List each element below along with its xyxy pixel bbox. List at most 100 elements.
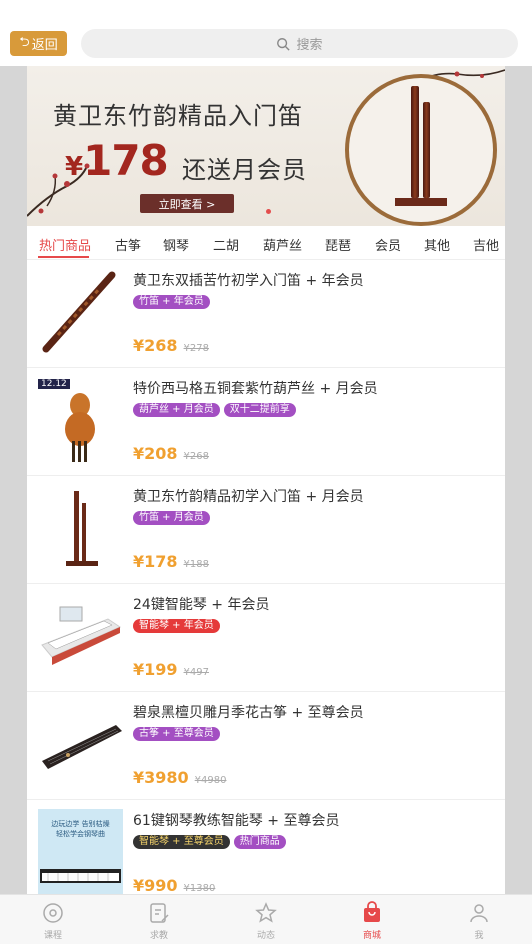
tab-other[interactable]: 其他: [424, 235, 450, 254]
product-price: ¥990: [133, 876, 178, 894]
product-price: ¥268: [133, 336, 178, 355]
product-price-row: ¥268 ¥278: [133, 336, 209, 355]
tab-pipa[interactable]: 琵琶: [325, 235, 351, 254]
back-button[interactable]: ⮌ 返回: [10, 31, 67, 56]
product-item[interactable]: 碧泉黑檀贝雕月季花古筝 + 至尊会员 古筝 + 至尊会员 ¥3980 ¥4980: [27, 692, 505, 800]
promo-badge: 12.12: [38, 379, 70, 389]
active-tab-indicator: [38, 256, 89, 258]
flute-icon: [42, 271, 116, 353]
banner-subtitle: 还送月会员: [182, 156, 307, 184]
nav-ask[interactable]: 求教: [129, 901, 189, 941]
product-tag: 竹笛 + 年会员: [133, 295, 210, 309]
product-item[interactable]: 12.12 特价西马格五铜套紫竹葫芦丝 + 月会员 葫芦丝 + 月会员 双十二提…: [27, 368, 505, 476]
search-icon: [277, 37, 291, 51]
category-tabs: 热门商品 古筝 钢琴 二胡 葫芦丝 琵琶 会员 其他 吉他: [27, 226, 505, 260]
banner-cta-button[interactable]: 立即查看 >: [140, 194, 234, 213]
top-bar: ⮌ 返回 搜索: [0, 0, 532, 66]
guzheng-icon: [42, 725, 122, 769]
nav-label: 动态: [256, 931, 275, 941]
product-old-price: ¥1380: [183, 883, 216, 894]
edit-icon: [150, 903, 169, 923]
product-old-price: ¥188: [183, 559, 209, 570]
search-input[interactable]: 搜索: [81, 29, 518, 58]
product-thumbnail: [38, 593, 123, 678]
product-name: 黄卫东竹韵精品初学入门笛 + 月会员: [133, 489, 364, 505]
product-tag: 双十二提前享: [223, 403, 296, 417]
product-price: ¥3980: [133, 768, 189, 787]
product-thumbnail: [38, 485, 123, 570]
product-name: 黄卫东双插苦竹初学入门笛 + 年会员: [133, 273, 364, 289]
main-content: 黄卫东竹韵精品入门笛 ¥178 还送月会员 立即查看 > 热门商品 古筝 钢琴 …: [27, 66, 505, 894]
piano-61-icon: [40, 869, 121, 883]
back-arrow-icon: ⮌: [19, 34, 30, 50]
star-icon: [255, 902, 277, 923]
nav-label: 我: [474, 931, 484, 941]
user-icon: [470, 904, 488, 923]
tab-hulusi[interactable]: 葫芦丝: [263, 235, 302, 254]
product-tags: 竹笛 + 年会员: [133, 295, 210, 309]
carousel-indicator: [266, 209, 271, 214]
product-item[interactable]: 边玩边学 告别枯燥 轻松学会钢琴曲 61键钢琴教练智能琴 + 至尊会员 智能琴 …: [27, 800, 505, 894]
product-thumbnail: [38, 701, 123, 786]
banner-price-value: 178: [83, 136, 169, 185]
product-price-row: ¥3980 ¥4980: [133, 768, 226, 787]
nav-courses[interactable]: 课程: [23, 901, 83, 941]
keyboard-icon: [41, 606, 122, 665]
tab-hot[interactable]: 热门商品: [39, 235, 91, 254]
product-tag: 古筝 + 至尊会员: [133, 727, 220, 741]
hulusi-icon: [65, 393, 95, 462]
tab-erhu[interactable]: 二胡: [213, 235, 239, 254]
tab-membership[interactable]: 会员: [375, 235, 401, 254]
product-price-row: ¥178 ¥188: [133, 552, 209, 571]
product-item[interactable]: 黄卫东竹韵精品初学入门笛 + 月会员 竹笛 + 月会员 ¥178 ¥188: [27, 476, 505, 584]
flute-stand: [395, 198, 447, 206]
product-name: 碧泉黑檀贝雕月季花古筝 + 至尊会员: [133, 705, 364, 721]
product-old-price: ¥268: [183, 451, 209, 462]
nav-feed[interactable]: 动态: [236, 901, 296, 941]
product-tags: 智能琴 + 年会员: [133, 619, 220, 633]
product-thumbnail: 边玩边学 告别枯燥 轻松学会钢琴曲: [38, 809, 123, 894]
product-price: ¥199: [133, 660, 178, 679]
product-tags: 竹笛 + 月会员: [133, 511, 210, 525]
product-name: 24键智能琴 + 年会员: [133, 597, 270, 613]
product-price-row: ¥199 ¥497: [133, 660, 209, 679]
tab-guzheng[interactable]: 古筝: [115, 235, 141, 254]
nav-label: 课程: [43, 931, 62, 941]
product-old-price: ¥278: [183, 343, 209, 354]
product-old-price: ¥497: [183, 667, 209, 678]
banner-flute-icon: [411, 86, 419, 198]
tab-guitar[interactable]: 吉他: [473, 235, 499, 254]
product-name: 特价西马格五铜套紫竹葫芦丝 + 月会员: [133, 381, 378, 397]
product-price: ¥208: [133, 444, 178, 463]
product-thumbnail: [38, 269, 123, 354]
product-tag: 智能琴 + 至尊会员: [133, 835, 230, 849]
product-price: ¥178: [133, 552, 178, 571]
banner-flute-icon: [423, 102, 430, 198]
product-price-row: ¥990 ¥1380: [133, 876, 215, 894]
product-tag: 葫芦丝 + 月会员: [133, 403, 220, 417]
bottom-nav: 课程 求教 动态 商城 我: [0, 894, 532, 944]
product-tags: 葫芦丝 + 月会员 双十二提前享: [133, 403, 296, 417]
nav-label: 商城: [362, 931, 381, 941]
product-tags: 古筝 + 至尊会员: [133, 727, 220, 741]
banner-price: ¥178: [65, 136, 169, 185]
tab-piano[interactable]: 钢琴: [163, 235, 189, 254]
product-tag: 热门商品: [233, 835, 286, 849]
banner-price-symbol: ¥: [65, 152, 84, 182]
nav-shop[interactable]: 商城: [342, 901, 402, 941]
product-price-row: ¥208 ¥268: [133, 444, 209, 463]
banner-title: 黄卫东竹韵精品入门笛: [53, 102, 303, 130]
promo-banner[interactable]: 黄卫东竹韵精品入门笛 ¥178 还送月会员 立即查看 >: [27, 66, 505, 226]
disc-icon: [43, 903, 63, 923]
product-item[interactable]: 24键智能琴 + 年会员 智能琴 + 年会员 ¥199 ¥497: [27, 584, 505, 692]
product-old-price: ¥4980: [194, 775, 227, 786]
nav-label: 求教: [149, 931, 168, 941]
product-tag: 竹笛 + 月会员: [133, 511, 210, 525]
product-tags: 智能琴 + 至尊会员 热门商品: [133, 835, 286, 849]
bag-icon: [364, 901, 380, 922]
nav-me[interactable]: 我: [449, 901, 509, 941]
product-name: 61键钢琴教练智能琴 + 至尊会员: [133, 813, 340, 829]
product-thumbnail: 12.12: [38, 377, 123, 462]
flute-stand-icon: [66, 491, 98, 566]
product-item[interactable]: 黄卫东双插苦竹初学入门笛 + 年会员 竹笛 + 年会员 ¥268 ¥278: [27, 260, 505, 368]
